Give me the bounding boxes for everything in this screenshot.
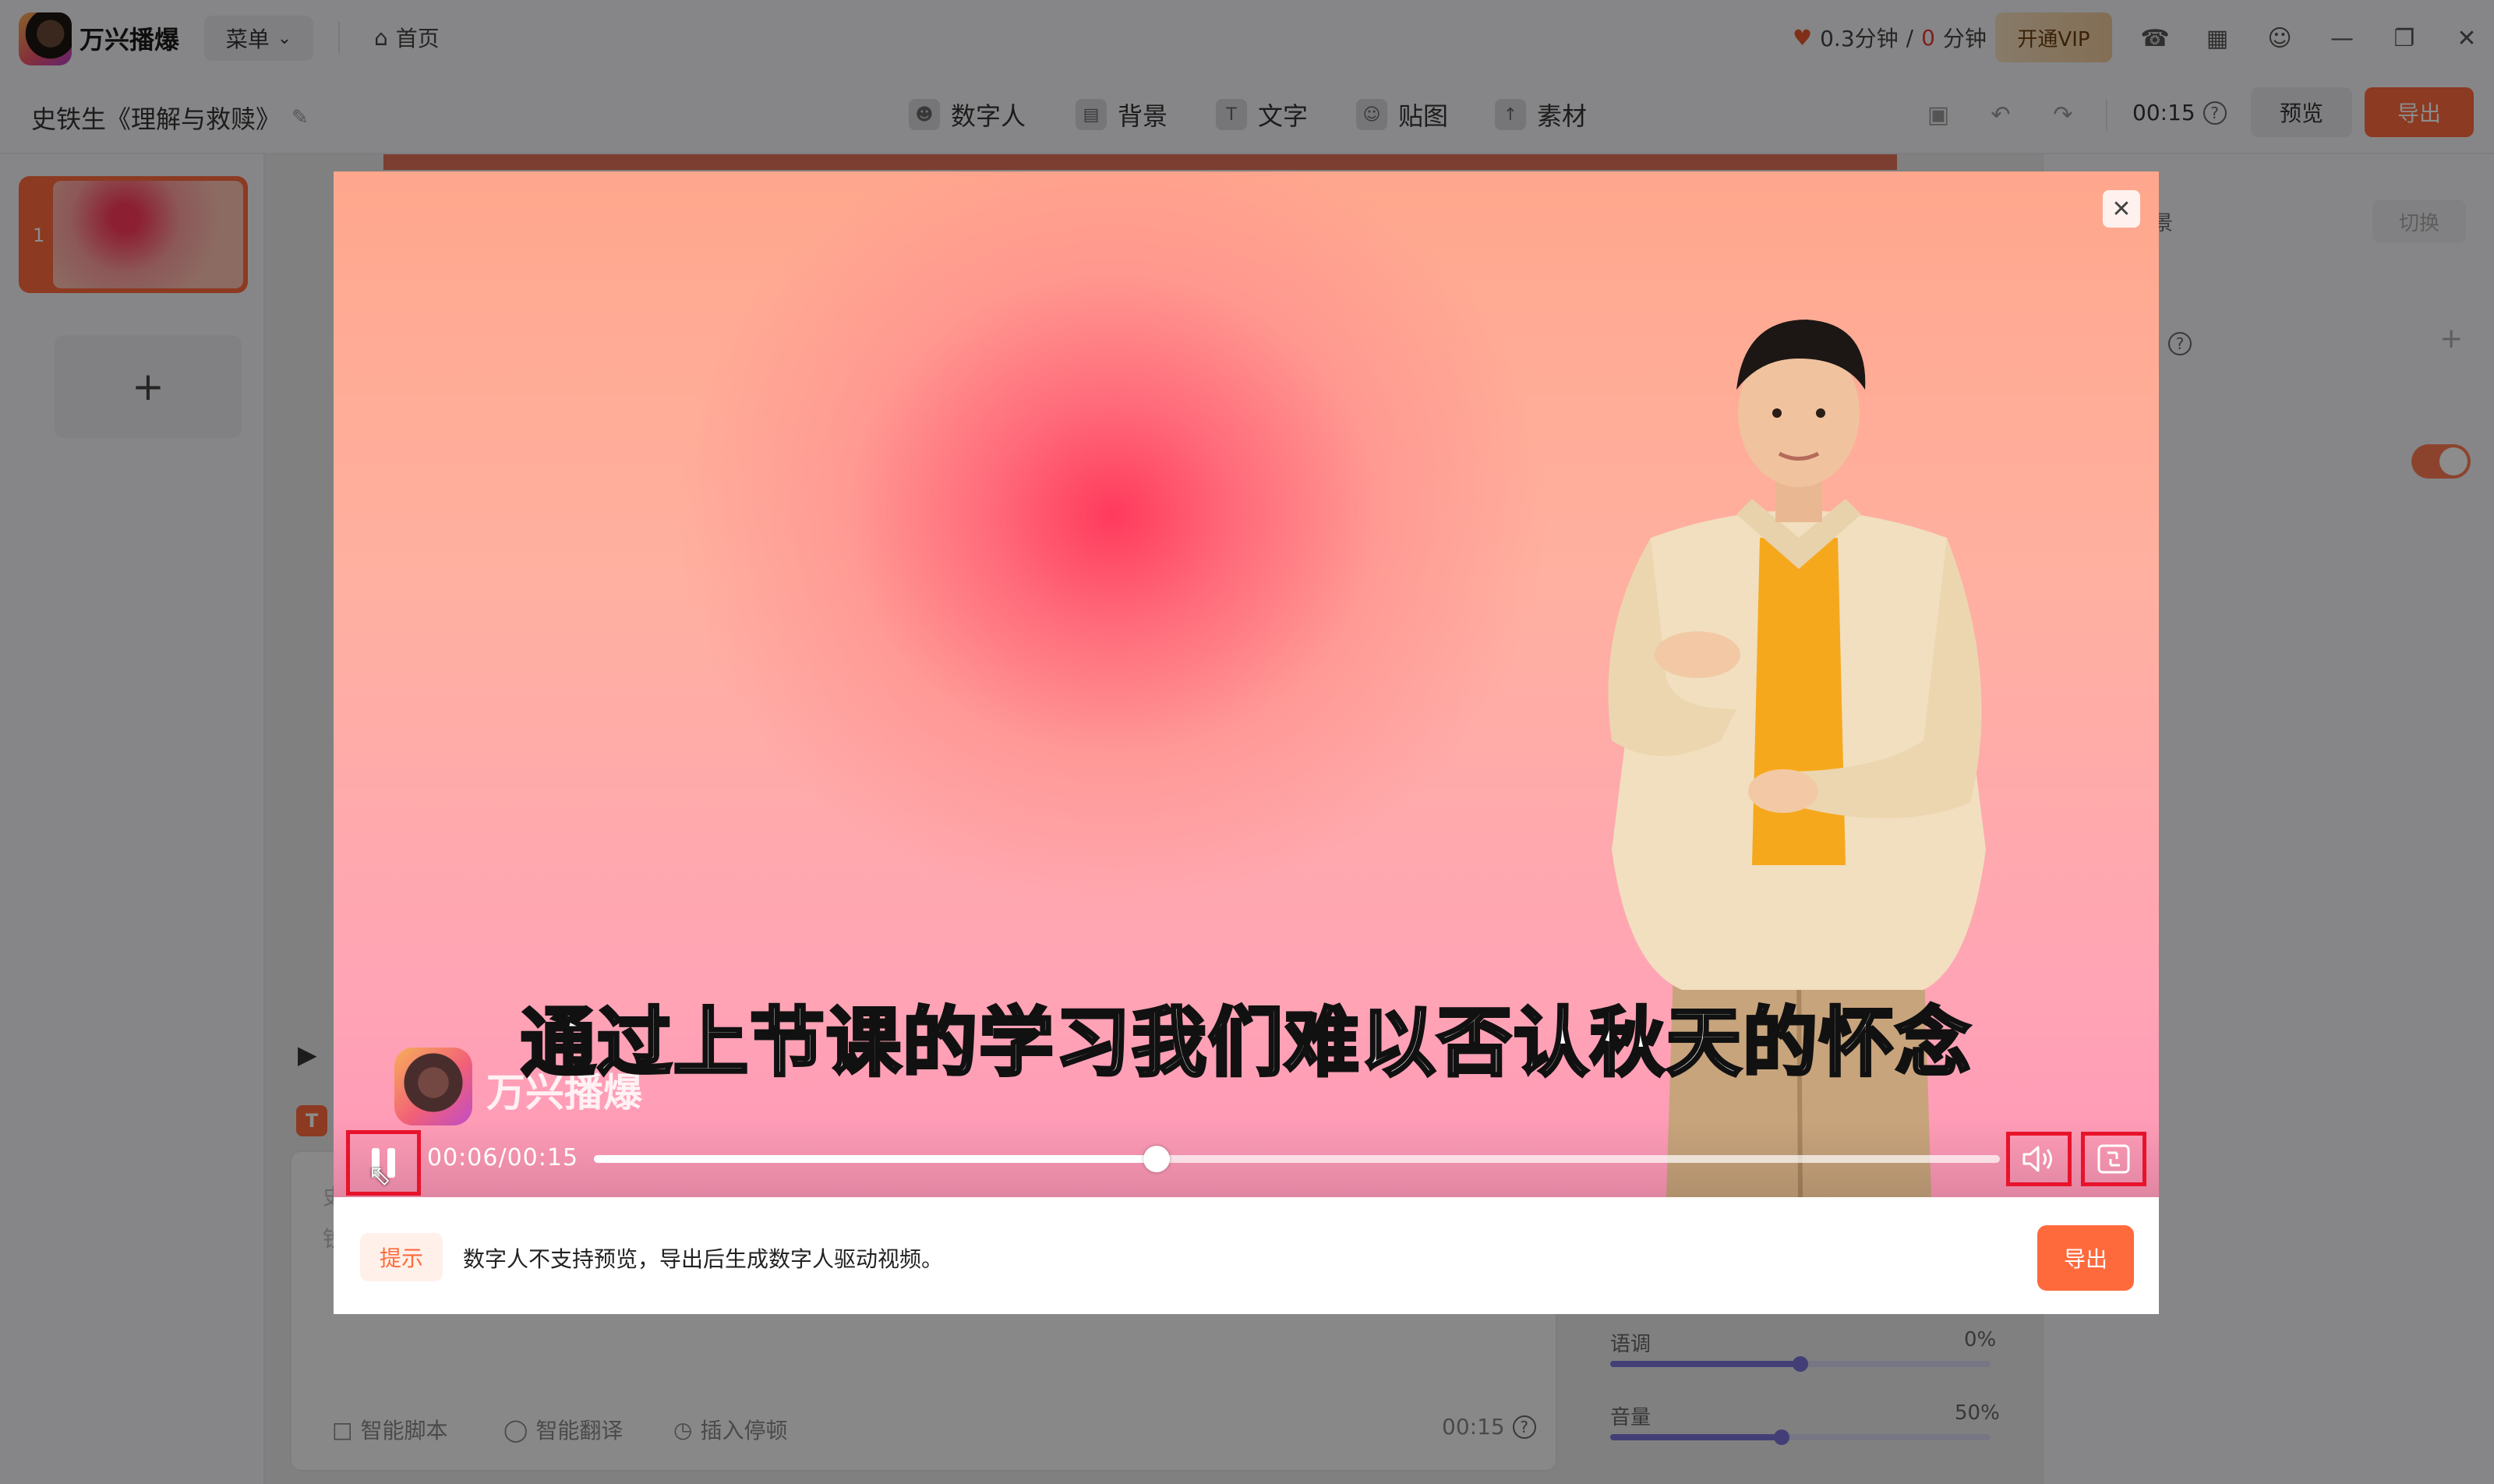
speaker-icon	[2022, 1146, 2052, 1172]
tip-message: 数字人不支持预览，导出后生成数字人驱动视频。	[463, 1246, 944, 1272]
progress-fill	[594, 1155, 1157, 1163]
time-total: 00:15	[507, 1144, 579, 1171]
time-separator: /	[498, 1144, 507, 1171]
fullscreen-button[interactable]	[2081, 1132, 2146, 1186]
playback-time: 00:06 / 00:15	[427, 1144, 578, 1171]
preview-modal: ✕ 万兴播爆 通过上节课的学习我们难以否认秋天的怀念 ⬁ 00:06 / 00:…	[334, 171, 2159, 1314]
tip-badge: 提示	[360, 1233, 443, 1281]
modal-export-button[interactable]: 导出	[2037, 1225, 2134, 1291]
video-subtitle: 通过上节课的学习我们难以否认秋天的怀念	[519, 998, 1972, 1088]
volume-button[interactable]	[2006, 1132, 2072, 1186]
video-player[interactable]: ✕ 万兴播爆 通过上节课的学习我们难以否认秋天的怀念 ⬁ 00:06 / 00:…	[334, 171, 2159, 1197]
close-modal-button[interactable]: ✕	[2103, 190, 2140, 228]
fullscreen-icon	[2097, 1144, 2130, 1174]
time-current: 00:06	[427, 1144, 499, 1171]
progress-handle[interactable]	[1143, 1146, 1170, 1172]
cursor-icon: ⬁	[368, 1160, 392, 1192]
progress-bar[interactable]	[594, 1146, 2000, 1172]
